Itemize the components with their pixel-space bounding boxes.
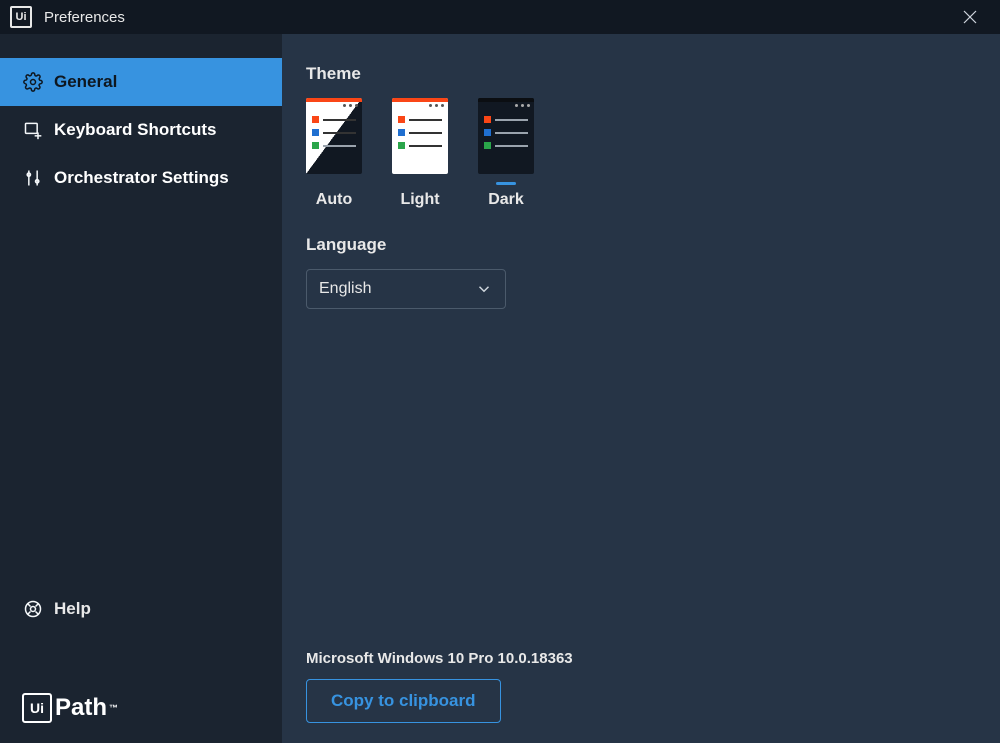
main-panel: Theme Auto <box>282 34 1000 743</box>
sidebar-item-label: General <box>54 72 117 92</box>
theme-option-auto[interactable]: Auto <box>306 98 362 209</box>
sidebar-item-orchestrator-settings[interactable]: Orchestrator Settings <box>0 154 282 202</box>
copy-to-clipboard-button[interactable]: Copy to clipboard <box>306 679 501 723</box>
theme-heading: Theme <box>306 64 1000 84</box>
sidebar-item-keyboard-shortcuts[interactable]: Keyboard Shortcuts <box>0 106 282 154</box>
close-icon <box>963 10 977 24</box>
brand-logo: Ui Path ™ <box>0 673 282 743</box>
window-title: Preferences <box>44 9 950 26</box>
brand-text: Path <box>55 694 107 722</box>
language-heading: Language <box>306 235 1000 255</box>
sidebar-item-label: Keyboard Shortcuts <box>54 120 216 140</box>
theme-option-light[interactable]: Light <box>392 98 448 209</box>
sidebar: General Keyboard Shortcuts Orchestrator … <box>0 34 282 743</box>
keyboard-shortcut-icon <box>22 120 44 140</box>
language-select[interactable]: English <box>306 269 506 309</box>
sidebar-help[interactable]: Help <box>0 585 282 633</box>
theme-label: Dark <box>488 191 524 209</box>
theme-thumb-dark <box>478 98 534 174</box>
theme-label: Light <box>400 191 439 209</box>
sidebar-nav: General Keyboard Shortcuts Orchestrator … <box>0 34 282 585</box>
gear-icon <box>22 72 44 92</box>
theme-options: Auto Light <box>306 98 1000 209</box>
theme-label: Auto <box>316 191 352 209</box>
sliders-icon <box>22 168 44 188</box>
sidebar-item-general[interactable]: General <box>0 58 282 106</box>
sidebar-help-label: Help <box>54 599 91 619</box>
os-info: Microsoft Windows 10 Pro 10.0.18363 <box>306 650 1000 667</box>
theme-thumb-auto <box>306 98 362 174</box>
chevron-down-icon <box>475 280 493 298</box>
theme-thumb-light <box>392 98 448 174</box>
brand-tm: ™ <box>109 703 118 713</box>
theme-option-dark[interactable]: Dark <box>478 98 534 209</box>
app-icon: Ui <box>10 6 32 28</box>
sidebar-item-label: Orchestrator Settings <box>54 168 229 188</box>
titlebar: Ui Preferences <box>0 0 1000 34</box>
help-icon <box>22 599 44 619</box>
brand-box: Ui <box>22 693 52 723</box>
language-selected-value: English <box>319 280 371 298</box>
close-button[interactable] <box>950 0 990 34</box>
